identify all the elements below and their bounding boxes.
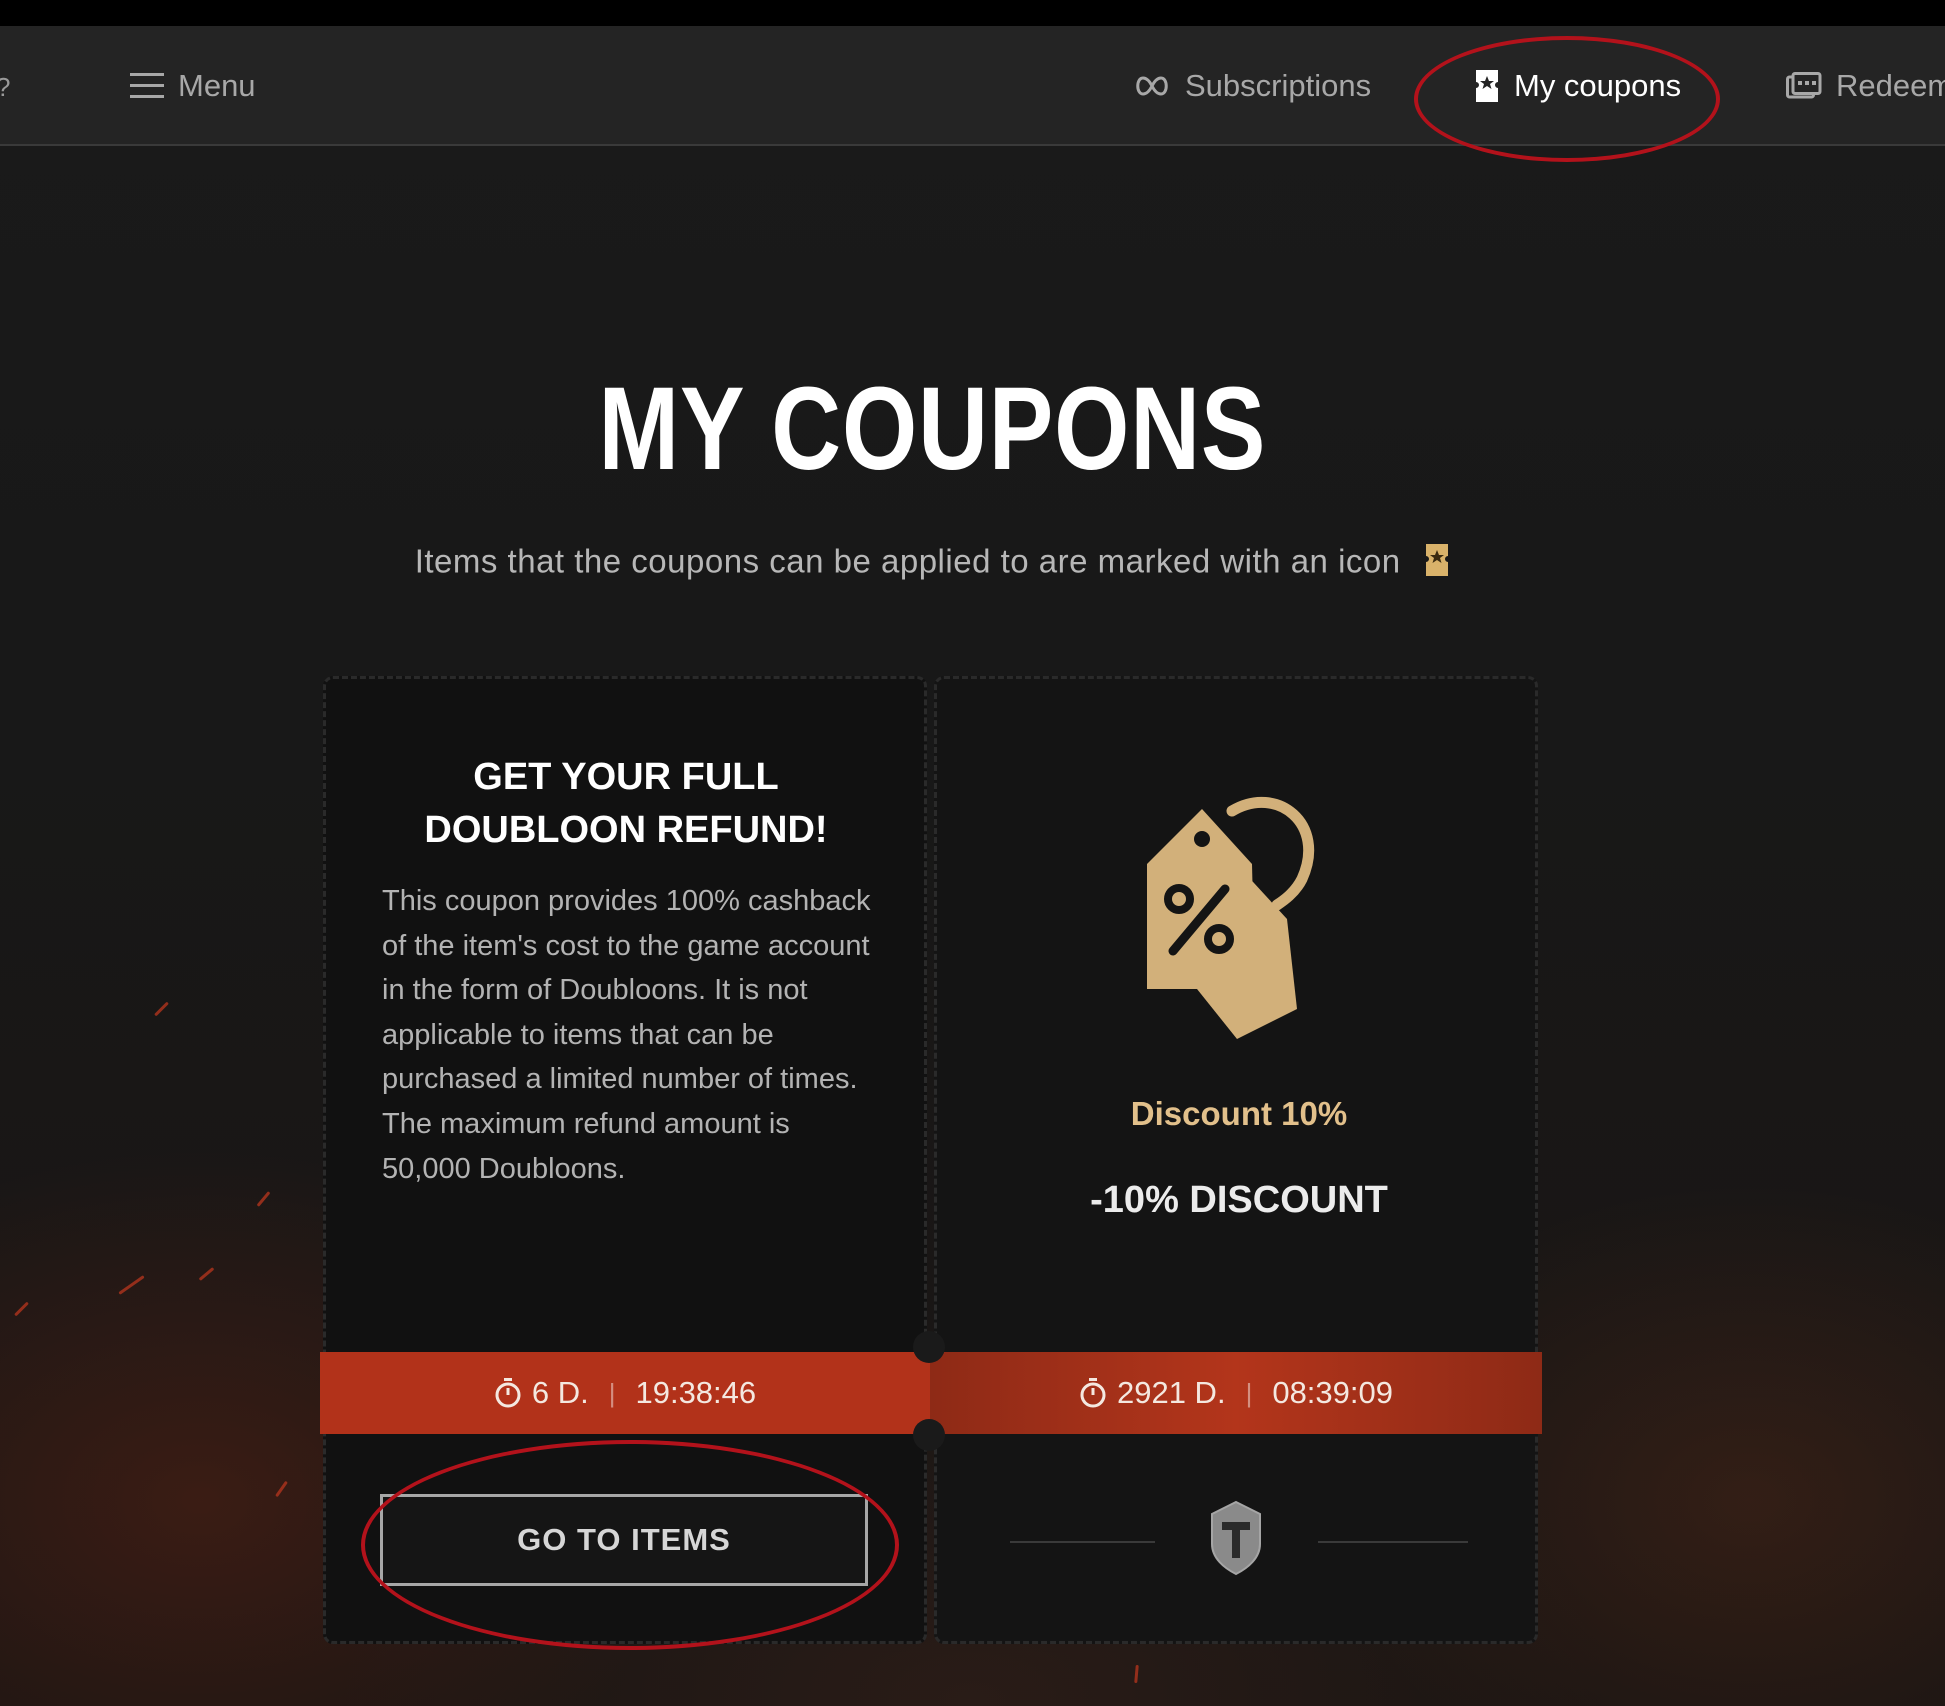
timer-time: 19:38:46 xyxy=(635,1375,757,1410)
timer-time: 08:39:09 xyxy=(1272,1375,1393,1410)
stopwatch-icon xyxy=(494,1377,522,1409)
ember-spark xyxy=(198,1267,215,1281)
timer-separator: | xyxy=(608,1377,616,1408)
discount-value: -10% DISCOUNT xyxy=(1090,1179,1388,1221)
ember-spark xyxy=(118,1275,145,1295)
coupon-card-discount: Discount 10% -10% DISCOUNT xyxy=(934,676,1538,1644)
redeem-label: Redeem xyxy=(1836,68,1945,103)
hamburger-icon xyxy=(130,71,164,101)
subtitle-text: Items that the coupons can be applied to… xyxy=(414,542,1401,580)
timer-separator: | xyxy=(1245,1377,1253,1408)
my-coupons-label: My coupons xyxy=(1514,68,1682,103)
footer-divider-left xyxy=(1010,1541,1155,1543)
discount-tag-icon xyxy=(1137,789,1337,1039)
menu-label: Menu xyxy=(178,68,256,103)
footer-divider-right xyxy=(1318,1541,1468,1543)
page: ? Menu Subscriptions xyxy=(0,0,1945,1706)
page-title: MY COUPONS xyxy=(598,363,1267,495)
subscriptions-label: Subscriptions xyxy=(1185,68,1372,103)
page-subtitle: Items that the coupons can be applied to… xyxy=(0,542,1865,586)
nav-redeem[interactable]: Redeem xyxy=(1786,26,1945,146)
ticket-notch xyxy=(913,1331,945,1363)
timer-days: 2921 D. xyxy=(1116,1375,1226,1410)
coupon-icon xyxy=(1474,68,1500,104)
window-top-strip xyxy=(0,0,1945,26)
wot-emblem-icon xyxy=(1208,1500,1264,1576)
coupon-title: GET YOUR FULL DOUBLOON REFUND! xyxy=(424,756,828,851)
timer-days: 6 D. xyxy=(531,1375,589,1410)
nav-my-coupons[interactable]: My coupons xyxy=(1474,26,1681,146)
coupon-timer-refund: 6 D. | 19:38:46 xyxy=(320,1352,930,1434)
coupon-timer-discount: 2921 D. | 08:39:09 xyxy=(930,1352,1542,1434)
discount-name: Discount 10% xyxy=(1130,1095,1348,1132)
go-to-items-button[interactable]: GO TO ITEMS xyxy=(380,1494,868,1586)
coupon-marker-icon xyxy=(1424,542,1450,586)
coupon-description: This coupon provides 100% cashback of th… xyxy=(382,885,871,1185)
edge-glyph: ? xyxy=(0,72,10,103)
infinity-icon xyxy=(1133,75,1171,97)
redeem-card-icon xyxy=(1786,72,1822,100)
ticket-notch xyxy=(913,1419,945,1451)
stopwatch-icon xyxy=(1079,1377,1107,1409)
ember-spark xyxy=(1134,1664,1139,1684)
ember-spark xyxy=(14,1301,29,1317)
ember-spark xyxy=(256,1191,271,1207)
menu-button[interactable]: Menu xyxy=(130,26,256,146)
ember-spark xyxy=(275,1480,288,1498)
ember-spark xyxy=(154,1001,169,1017)
nav-subscriptions[interactable]: Subscriptions xyxy=(1133,26,1371,146)
top-navbar: ? Menu Subscriptions xyxy=(0,26,1945,146)
